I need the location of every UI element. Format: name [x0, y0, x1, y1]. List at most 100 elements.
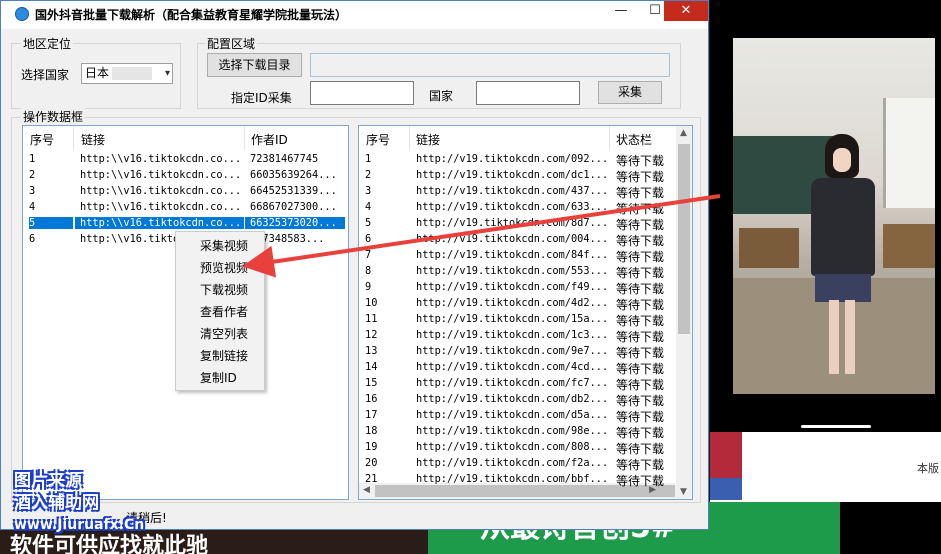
column-header-no[interactable]: 序号 — [366, 131, 390, 148]
table-row[interactable]: 4 http://v19.tiktokcdn.com/633... 等待下载 — [359, 200, 676, 216]
close-button[interactable]: ✕ — [664, 1, 708, 21]
table-row[interactable]: 5 http:\\v16.tiktokcdn.co... 66325373020..… — [23, 216, 348, 232]
table-row[interactable]: 7 http://v19.tiktokcdn.com/84f... 等待下载 — [359, 248, 676, 264]
country-label: 选择国家 — [21, 68, 70, 82]
title-bar[interactable]: 国外抖音批量下载解析（配合集益教育星耀学院批量玩法） — ☐ ✕ — [1, 1, 708, 29]
download-list[interactable]: 序号 链接 状态栏 ▲ ▼ ◀ ▶ 1 http://v19.tiktokcdn.… — [358, 125, 693, 500]
cell-link: http://v19.tiktokcdn.com/633... — [416, 201, 608, 213]
cell-link: http://v19.tiktokcdn.com/092... — [416, 153, 608, 165]
collect-country-input[interactable] — [476, 81, 580, 105]
cell-link: http://v19.tiktokcdn.com/84f... — [416, 249, 608, 261]
cell-no: 16 — [365, 393, 378, 405]
context-menu-item[interactable]: 清空列表 — [200, 325, 248, 342]
table-row[interactable]: 17 http://v19.tiktokcdn.com/d5a... 等待下载 — [359, 408, 676, 424]
column-header-status[interactable]: 状态栏 — [616, 131, 652, 148]
cell-no: 5 — [365, 217, 372, 229]
preview-person-body — [811, 178, 875, 276]
column-header-link[interactable]: 链接 — [81, 131, 105, 148]
table-row[interactable]: 5 http://v19.tiktokcdn.com/8d7... 等待下载 — [359, 216, 676, 232]
cell-status: 等待下载 — [616, 234, 665, 248]
context-menu-item[interactable]: 采集视频 — [200, 237, 248, 254]
table-row[interactable]: 10 http://v19.tiktokcdn.com/4d2... 等待下载 — [359, 296, 676, 312]
context-menu-item[interactable]: 复制ID — [200, 369, 237, 386]
context-menu-item[interactable]: 下载视频 — [200, 281, 248, 298]
cell-no: 9 — [365, 281, 372, 293]
column-header-no[interactable]: 序号 — [30, 131, 54, 148]
table-row[interactable]: 1 http://v19.tiktokcdn.com/092... 等待下载 — [359, 152, 676, 168]
cell-status: 等待下载 — [616, 154, 665, 168]
background-label: 本版 — [917, 462, 939, 475]
column-divider — [244, 126, 245, 150]
context-menu-item[interactable]: 复制链接 — [200, 347, 248, 364]
cell-link: http://v19.tiktokcdn.com/bbf... — [416, 473, 608, 485]
cell-status: 等待下载 — [616, 186, 665, 200]
cell-no: 13 — [365, 345, 378, 357]
cell-link: http://v19.tiktokcdn.com/98e... — [416, 425, 608, 437]
collect-button[interactable]: 采集 — [598, 81, 662, 104]
cell-status: 等待下载 — [616, 394, 665, 408]
cell-no: 14 — [365, 361, 378, 373]
table-row[interactable]: 3 http:\\v16.tiktokcdn.co... 66452531339..… — [23, 184, 348, 200]
table-row[interactable]: 18 http://v19.tiktokcdn.com/98e... 等待下载 — [359, 424, 676, 440]
download-dir-input[interactable] — [310, 53, 670, 77]
cell-no: 19 — [365, 441, 378, 453]
table-row[interactable]: 12 http://v19.tiktokcdn.com/1c3... 等待下载 — [359, 328, 676, 344]
cell-no: 8 — [365, 265, 372, 277]
table-row[interactable]: 14 http://v19.tiktokcdn.com/4cd... 等待下载 — [359, 360, 676, 376]
country-select[interactable]: 日本 ▾ — [81, 63, 173, 84]
download-list-header: 序号 链接 状态栏 — [359, 126, 692, 150]
watermark: 图片来源 酒入辅助网 www.Jiuruafx.Cn — [14, 470, 144, 536]
cell-link: http://v19.tiktokcdn.com/437... — [416, 185, 608, 197]
table-row[interactable]: 4 http:\\v16.tiktokcdn.co... 66867027300..… — [23, 200, 348, 216]
context-menu-item[interactable]: 预览视频 — [200, 259, 248, 276]
vertical-scrollbar[interactable]: ▲ ▼ — [676, 126, 692, 499]
scroll-up-icon[interactable]: ▲ — [680, 128, 687, 138]
context-menu-item[interactable]: 查看作者 — [200, 303, 248, 320]
cell-link: http://v19.tiktokcdn.com/4cd... — [416, 361, 608, 373]
table-row[interactable]: 11 http://v19.tiktokcdn.com/15a... 等待下载 — [359, 312, 676, 328]
cell-link: http:\\v16.tiktokcdn.co... — [80, 185, 242, 197]
cell-status: 等待下载 — [616, 330, 665, 344]
window-title: 国外抖音批量下载解析（配合集益教育星耀学院批量玩法） — [35, 8, 348, 22]
cell-status: 等待下载 — [616, 410, 665, 424]
cell-link: http://v19.tiktokcdn.com/f2a... — [416, 457, 608, 469]
watermark-line: 图片来源 — [14, 471, 82, 491]
app-icon — [15, 7, 29, 21]
cell-link: http://v19.tiktokcdn.com/d5a... — [416, 409, 608, 421]
table-row[interactable]: 2 http:\\v16.tiktokcdn.co... 66035639264..… — [23, 168, 348, 184]
cell-status: 等待下载 — [616, 202, 665, 216]
cell-link: http:\\v16.tiktokcdn.co... — [75, 217, 244, 229]
table-row[interactable]: 8 http://v19.tiktokcdn.com/553... 等待下载 — [359, 264, 676, 280]
table-row[interactable]: 9 http://v19.tiktokcdn.com/f49... 等待下载 — [359, 280, 676, 296]
cell-no: 1 — [29, 153, 36, 165]
table-row[interactable]: 19 http://v19.tiktokcdn.com/808... 等待下载 — [359, 440, 676, 456]
cell-no: 12 — [365, 329, 378, 341]
table-row[interactable]: 16 http://v19.tiktokcdn.com/db2... 等待下载 — [359, 392, 676, 408]
background-thumbnail — [710, 478, 742, 500]
table-row[interactable]: 13 http://v19.tiktokcdn.com/9e7... 等待下载 — [359, 344, 676, 360]
author-id-input[interactable] — [310, 81, 414, 105]
scroll-down-icon[interactable]: ▼ — [680, 487, 687, 497]
table-row[interactable]: 2 http://v19.tiktokcdn.com/dc1... 等待下载 — [359, 168, 676, 184]
cell-no: 20 — [365, 457, 378, 469]
table-row[interactable]: 15 http://v19.tiktokcdn.com/fc7... 等待下载 — [359, 376, 676, 392]
region-group-label: 地区定位 — [21, 35, 74, 52]
cell-no: 15 — [365, 377, 378, 389]
table-row[interactable]: 1 http:\\v16.tiktokcdn.co... 72381467745 — [23, 152, 348, 168]
cell-status: 等待下载 — [616, 346, 665, 360]
cell-status: 等待下载 — [616, 250, 665, 264]
table-row[interactable]: 21 http://v19.tiktokcdn.com/bbf... 等待下载 — [359, 472, 676, 488]
cell-author-id: 66452531339... — [250, 185, 337, 197]
table-row[interactable]: 20 http://v19.tiktokcdn.com/f2a... 等待下载 — [359, 456, 676, 472]
watermark-line: 酒入辅助网 — [14, 493, 99, 513]
scrollbar-thumb[interactable] — [678, 144, 690, 334]
minimize-button[interactable]: — — [604, 1, 638, 21]
cell-link: http://v19.tiktokcdn.com/9e7... — [416, 345, 608, 357]
table-row[interactable]: 6 http://v19.tiktokcdn.com/004... 等待下载 — [359, 232, 676, 248]
country-select-highlight — [112, 67, 152, 80]
table-row[interactable]: 3 http://v19.tiktokcdn.com/437... 等待下载 — [359, 184, 676, 200]
column-header-author-id[interactable]: 作者ID — [251, 131, 288, 148]
cell-no: 4 — [365, 201, 372, 213]
choose-download-dir-button[interactable]: 选择下载目录 — [207, 53, 302, 77]
column-header-link[interactable]: 链接 — [416, 131, 440, 148]
